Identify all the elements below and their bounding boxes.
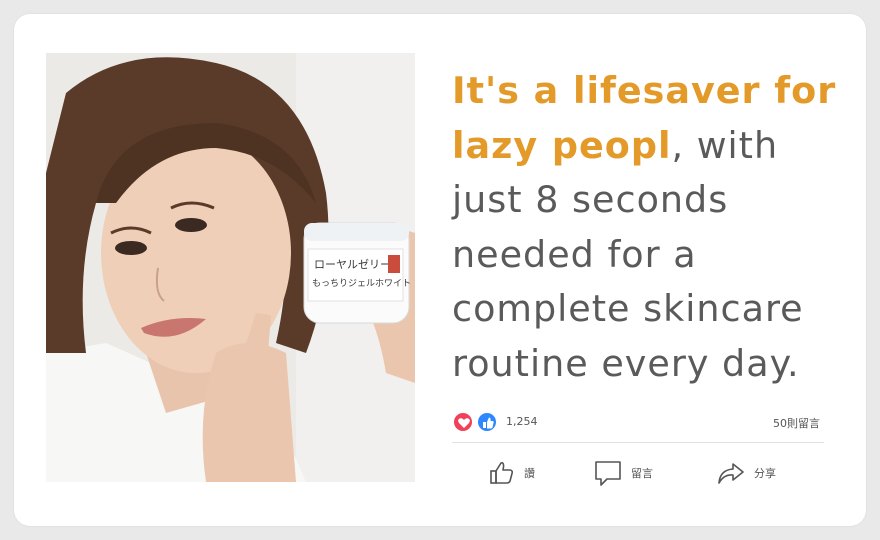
jar-label-line1: ローヤルゼリー	[314, 258, 391, 271]
reaction-count: 1,254	[506, 415, 538, 428]
like-button[interactable]: 讚	[488, 455, 535, 491]
heart-icon	[452, 411, 474, 433]
share-button[interactable]: 分享	[716, 455, 776, 491]
share-icon	[718, 463, 744, 484]
like-icon	[476, 411, 498, 433]
post-photo: ローヤルゼリー もっちりジェルホワイト	[46, 53, 415, 482]
action-bar: 讚 留言 分享	[452, 455, 824, 495]
reactions-bar[interactable]: 1,254 50則留言	[452, 411, 824, 435]
comment-label: 留言	[631, 467, 653, 480]
like-label: 讚	[524, 467, 535, 480]
comment-icon	[595, 461, 621, 486]
share-label: 分享	[754, 467, 776, 480]
thumbs-up-icon	[490, 462, 514, 484]
quote-highlight: It's a lifesaver for lazy peopl	[452, 69, 837, 167]
comment-button[interactable]: 留言	[593, 455, 653, 491]
comments-count[interactable]: 50則留言	[773, 415, 820, 431]
jar-label-line2: もっちりジェルホワイト	[312, 278, 411, 289]
post-quote: It's a lifesaver for lazy peopl, with ju…	[452, 64, 852, 391]
divider	[452, 442, 824, 443]
